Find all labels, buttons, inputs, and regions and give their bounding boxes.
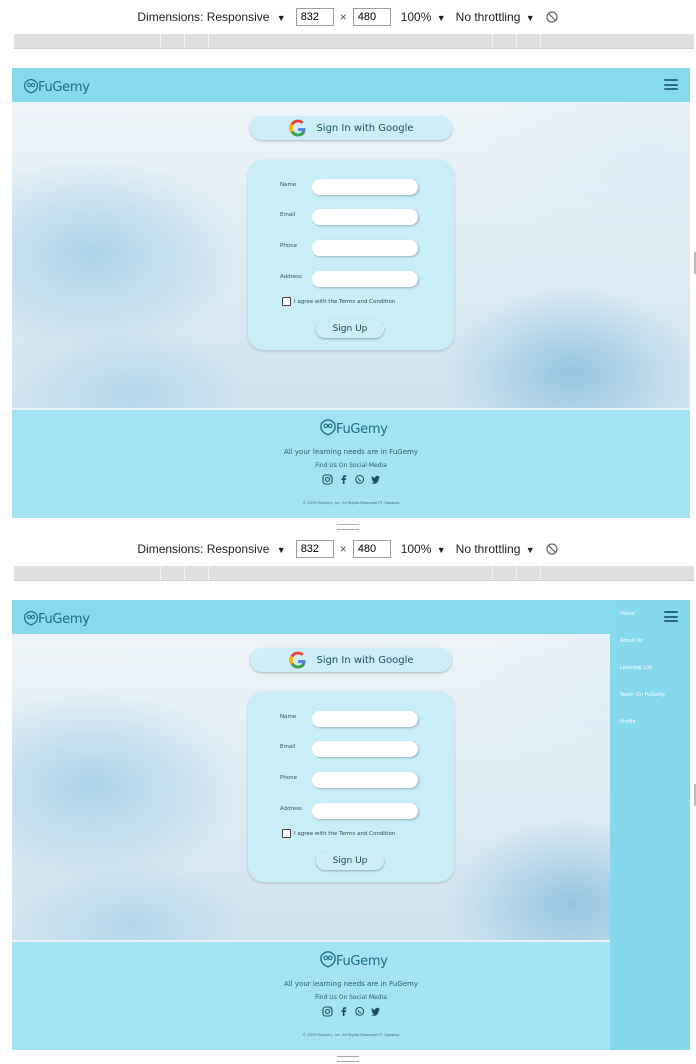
- address-input[interactable]: [312, 803, 418, 819]
- width-input[interactable]: [295, 540, 334, 558]
- devtools-toolbar: Dimensions: Responsive ▼ × 100% ▼ No thr…: [0, 0, 696, 34]
- height-input[interactable]: [352, 8, 391, 26]
- form-row-name: Name: [248, 711, 454, 729]
- email-input[interactable]: [312, 209, 418, 225]
- form-row-phone: Phone: [248, 772, 454, 790]
- form-row-email: Email: [248, 741, 454, 759]
- terms-checkbox[interactable]: [282, 829, 291, 838]
- signup-button[interactable]: Sign Up: [316, 320, 384, 338]
- menu-item-about-us[interactable]: About Us: [620, 638, 643, 644]
- menu-item-teach[interactable]: Teach On FuGemy: [620, 692, 665, 698]
- devtools-ruler: [14, 566, 694, 581]
- viewport-resize-handle[interactable]: [337, 524, 359, 530]
- social-icons: [12, 1006, 690, 1017]
- footer-find-us: Find Us On Social Media: [315, 994, 387, 1001]
- viewport-resize-handle[interactable]: [337, 1056, 359, 1062]
- footer: FuGemy All your learning needs are in Fu…: [12, 410, 690, 518]
- phone-input[interactable]: [312, 772, 418, 788]
- email-input[interactable]: [312, 741, 418, 757]
- whatsapp-icon[interactable]: [354, 474, 365, 485]
- height-input[interactable]: [352, 540, 391, 558]
- footer-tagline: All your learning needs are in FuGemy: [284, 448, 418, 456]
- throttling-select[interactable]: No throttling ▼: [456, 10, 535, 24]
- facebook-icon[interactable]: [338, 1006, 349, 1017]
- throttling-select[interactable]: No throttling ▼: [456, 542, 535, 556]
- side-menu: Home About Us Learning List Teach On FuG…: [610, 600, 690, 1050]
- devtools-toolbar: Dimensions: Responsive ▼ × 100% ▼ No thr…: [0, 532, 696, 566]
- terms-checkbox[interactable]: [282, 297, 291, 306]
- zoom-select[interactable]: 100% ▼: [401, 542, 446, 556]
- site-viewport: FuGemy Sign In with Google Name Email Ph…: [12, 600, 690, 1050]
- footer-find-us: Find Us On Social Media: [315, 462, 387, 469]
- terms-agreement: I agree with the Terms and Condition: [282, 297, 395, 306]
- menu-item-profile[interactable]: Profile: [620, 719, 636, 725]
- google-icon: [289, 651, 306, 669]
- instagram-icon[interactable]: [321, 474, 333, 485]
- zoom-select[interactable]: 100% ▼: [401, 10, 446, 24]
- form-row-name: Name: [248, 179, 454, 197]
- signup-form: Name Email Phone Address I agree with th…: [248, 160, 454, 350]
- footer-tagline: All your learning needs are in FuGemy: [284, 980, 418, 988]
- rotate-icon[interactable]: [545, 542, 559, 556]
- form-row-address: Address: [248, 271, 454, 289]
- footer-logo[interactable]: FuGemy: [318, 417, 388, 437]
- footer-logo[interactable]: FuGemy: [318, 949, 388, 969]
- facebook-icon[interactable]: [338, 474, 349, 485]
- twitter-icon[interactable]: [370, 474, 381, 485]
- google-signin-button[interactable]: Sign In with Google: [250, 648, 452, 672]
- menu-item-home[interactable]: Home: [620, 611, 635, 617]
- social-icons: [12, 474, 690, 485]
- address-input[interactable]: [312, 271, 418, 287]
- width-input[interactable]: [295, 8, 334, 26]
- dimensions-select[interactable]: Dimensions: Responsive ▼: [137, 10, 285, 24]
- hamburger-menu-icon[interactable]: [664, 611, 678, 622]
- google-signin-button[interactable]: Sign In with Google: [250, 116, 452, 140]
- navbar: FuGemy: [12, 68, 690, 102]
- signup-button[interactable]: Sign Up: [316, 852, 384, 870]
- instagram-icon[interactable]: [321, 1006, 333, 1017]
- footer-copyright: © 2019 FuGemy, Inc. All Rights Reserved …: [302, 1033, 400, 1037]
- form-row-email: Email: [248, 209, 454, 227]
- navbar: FuGemy: [12, 600, 690, 634]
- owl-logo-icon: [320, 419, 336, 436]
- menu-item-learning-list[interactable]: Learning List: [620, 665, 652, 671]
- footer-copyright: © 2019 FuGemy, Inc. All Rights Reserved …: [302, 501, 400, 505]
- terms-agreement: I agree with the Terms and Condition: [282, 829, 395, 838]
- form-row-phone: Phone: [248, 240, 454, 258]
- brand-logo[interactable]: FuGemy: [22, 607, 90, 627]
- site-viewport: FuGemy Sign In with Google Name Email Ph…: [12, 68, 690, 518]
- form-row-address: Address: [248, 803, 454, 821]
- devtools-panel-menu-closed: Dimensions: Responsive ▼ × 100% ▼ No thr…: [0, 0, 696, 532]
- dimensions-select[interactable]: Dimensions: Responsive ▼: [137, 542, 285, 556]
- signup-form: Name Email Phone Address I agree with th…: [248, 692, 454, 882]
- name-input[interactable]: [312, 711, 418, 727]
- phone-input[interactable]: [312, 240, 418, 256]
- rotate-icon[interactable]: [545, 10, 559, 24]
- brand-logo[interactable]: FuGemy: [22, 75, 90, 95]
- whatsapp-icon[interactable]: [354, 1006, 365, 1017]
- owl-logo-icon: [320, 951, 336, 968]
- twitter-icon[interactable]: [370, 1006, 381, 1017]
- name-input[interactable]: [312, 179, 418, 195]
- devtools-panel-menu-open: Dimensions: Responsive ▼ × 100% ▼ No thr…: [0, 532, 696, 1064]
- google-icon: [289, 119, 306, 137]
- hamburger-menu-icon[interactable]: [664, 79, 678, 90]
- devtools-ruler: [14, 34, 694, 49]
- footer: FuGemy All your learning needs are in Fu…: [12, 942, 690, 1050]
